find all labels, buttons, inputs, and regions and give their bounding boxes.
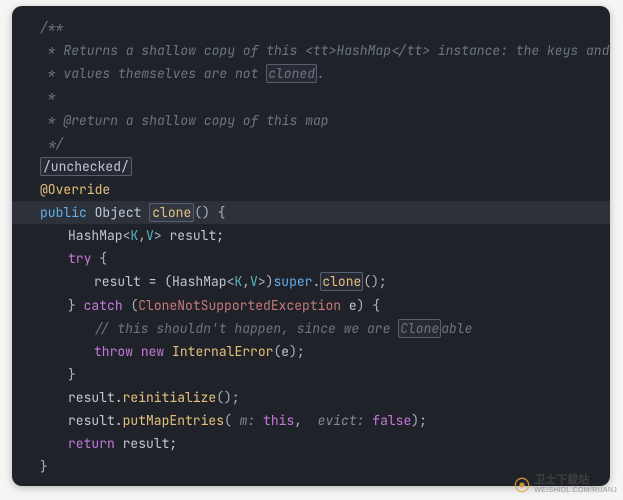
highlight-clone-word: Clone	[398, 319, 441, 338]
catch-line: } catch (CloneNotSupportedException e) {	[12, 294, 610, 317]
suppress-line: /unchecked/	[12, 155, 610, 178]
close-catch: }	[12, 363, 610, 386]
highlight-clone: clone	[149, 203, 194, 222]
docline: * @return a shallow copy of this map	[12, 109, 610, 132]
docline: * Returns a shallow copy of this <tt>Has…	[12, 39, 610, 62]
watermark-text-cn: 卫士下载站	[534, 475, 617, 487]
reinit-line: result.reinitialize();	[12, 386, 610, 409]
docline: * values themselves are not cloned.	[12, 62, 610, 85]
assign-line: result = (HashMap<K,V>)super.clone();	[12, 270, 610, 293]
docline: /**	[12, 16, 610, 39]
docline: *	[12, 85, 610, 108]
docline: */	[12, 132, 610, 155]
code-editor[interactable]: /** * Returns a shallow copy of this <tt…	[12, 6, 610, 486]
decl-line: HashMap<K,V> result;	[12, 224, 610, 247]
highlight-clone-call: clone	[320, 272, 363, 291]
inner-comment: // this shouldn't happen, since we are C…	[12, 317, 610, 340]
watermark: 卫士下载站 WEISHIDL.COM/RUANJ	[514, 475, 617, 494]
try-line: try {	[12, 247, 610, 270]
method-signature[interactable]: public Object clone() {	[12, 201, 610, 224]
watermark-text-en: WEISHIDL.COM/RUANJ	[534, 487, 617, 494]
highlight-cloned: cloned	[266, 64, 317, 83]
throw-line: throw new InternalError(e);	[12, 340, 610, 363]
watermark-icon	[514, 477, 530, 493]
put-line: result.putMapEntries( m: this, evict: fa…	[12, 409, 610, 432]
return-line: return result;	[12, 432, 610, 455]
override-line: @Override	[12, 178, 610, 201]
